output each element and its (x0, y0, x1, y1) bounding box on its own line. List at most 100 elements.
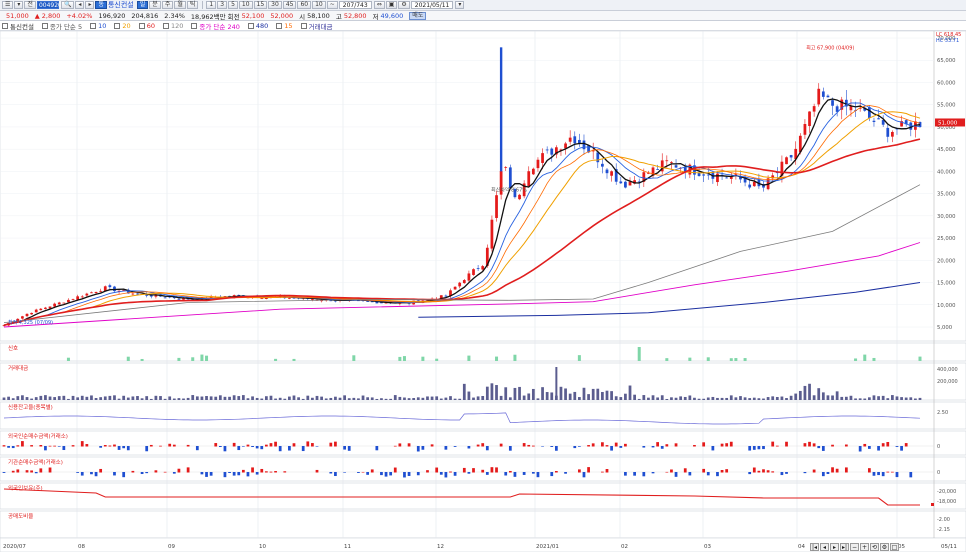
legend-item[interactable]: 10 (90, 22, 106, 30)
foreign-bar (145, 446, 149, 452)
lock-icon[interactable]: ▣ (385, 1, 398, 9)
legend-item[interactable]: 60 (138, 22, 155, 30)
period-custom[interactable]: ~ (326, 1, 338, 9)
foreign-bar (375, 446, 379, 451)
candle-body (62, 302, 66, 304)
volume-bar (329, 397, 333, 400)
volume-bar (918, 397, 922, 400)
zoom-icon[interactable]: ⇔ (373, 1, 385, 9)
legend-checkbox[interactable] (2, 22, 8, 29)
volume-bar (610, 391, 613, 400)
legend-checkbox[interactable] (300, 22, 307, 29)
market-select[interactable]: 전 (24, 1, 36, 9)
legend-item[interactable]: 통신컨설 (2, 21, 34, 30)
calendar-icon[interactable]: ▾ (455, 1, 465, 9)
chart-area[interactable]: 2020/07 08 09 10 11 12 2021/01 02 03 04 05 05/1170,… (0, 31, 966, 552)
candle-week[interactable]: 주 (161, 1, 174, 9)
search-icon[interactable]: 🔍 (60, 1, 75, 9)
reset-icon[interactable]: ⟲ (870, 543, 879, 551)
inst-bar (389, 472, 393, 476)
legend-checkbox[interactable] (90, 22, 97, 29)
legend-checkbox[interactable] (276, 22, 283, 29)
stock-code-input[interactable]: 004920 (36, 1, 62, 9)
period-45[interactable]: 45 (282, 1, 297, 9)
legend-item[interactable]: 종가 단순 5 (41, 21, 82, 30)
next-icon[interactable]: ▸ (830, 543, 839, 551)
candle-body (34, 309, 38, 313)
foreign-bar (246, 444, 250, 447)
candle-day[interactable]: 일 (136, 1, 149, 9)
signal-bar (140, 358, 144, 361)
legend-item[interactable]: 20 (114, 22, 131, 30)
volume-bar (909, 397, 913, 400)
cancel-button[interactable]: 매도 (409, 11, 427, 20)
date-axis-label: 05 (898, 544, 905, 550)
foreign-bar (2, 445, 6, 447)
volume-bar (660, 395, 664, 400)
first-icon[interactable]: |◂ (810, 543, 819, 551)
volume-bar (117, 398, 121, 400)
candle-body (550, 148, 554, 155)
candle-body (545, 149, 549, 151)
candle-body (656, 169, 660, 170)
foreign-bar (186, 444, 190, 447)
volume-bar (44, 395, 47, 400)
foreign-bar (113, 444, 116, 447)
volume-bar (881, 395, 885, 400)
menu-icon[interactable]: ☰ (2, 1, 14, 9)
zoom-in-icon[interactable]: + (860, 543, 869, 551)
last-icon[interactable]: ▸| (840, 543, 849, 551)
legend-checkbox[interactable] (247, 22, 254, 29)
period-count-input[interactable]: 10 (312, 1, 326, 9)
legend-item[interactable]: 480 (247, 22, 268, 30)
legend-checkbox[interactable] (162, 22, 169, 29)
legend-item[interactable]: 15 (276, 22, 293, 30)
volume-bar (90, 395, 93, 400)
volume-bar (674, 397, 678, 400)
next-stock-button[interactable]: ▸ (85, 1, 95, 9)
period-10[interactable]: 10 (238, 1, 253, 9)
legend-item[interactable]: 종가 단순 240 (191, 21, 240, 30)
candle-minute[interactable]: 분 (149, 1, 161, 9)
legend-checkbox[interactable] (138, 22, 145, 29)
volume-bar (628, 385, 632, 400)
volume-bar (122, 395, 126, 400)
candle-body (518, 194, 521, 200)
volume-bar (891, 395, 894, 400)
period-5[interactable]: 5 (228, 1, 238, 9)
zoom-out-icon[interactable]: − (850, 543, 859, 551)
legend-checkbox[interactable] (114, 22, 121, 29)
legend-item[interactable]: 120 (162, 22, 183, 30)
date-input[interactable]: 2021/05/11 (410, 1, 454, 9)
volume-bar (145, 396, 149, 400)
price-axis-label: 40,000 (937, 169, 956, 175)
signal-bar (734, 358, 738, 361)
chevron-down-icon[interactable]: ▾ (14, 1, 24, 9)
expand-icon[interactable]: □ (890, 543, 899, 551)
period-15[interactable]: 15 (253, 1, 268, 9)
signal-bar (729, 358, 733, 361)
volume-bar (195, 396, 199, 400)
inst-bar (30, 470, 33, 473)
foreign-bar (288, 446, 291, 451)
gear-icon[interactable]: ⚙ (398, 1, 410, 9)
volume-bar (812, 395, 816, 400)
price-axis-label: 55,000 (937, 103, 956, 109)
legend-checkbox[interactable] (41, 22, 48, 29)
volume-bar (421, 397, 425, 400)
inst-bar (172, 472, 176, 474)
period-1[interactable]: 1 (206, 1, 217, 9)
legend-checkbox[interactable] (191, 22, 198, 29)
volume-bar (407, 398, 411, 400)
legend-item[interactable]: 거래대금 (300, 21, 332, 30)
candle-month[interactable]: 월 (174, 1, 186, 9)
prev-stock-button[interactable]: ◂ (75, 1, 85, 9)
settings-icon[interactable]: ⚙ (880, 543, 889, 551)
period-30[interactable]: 30 (268, 1, 282, 9)
period-60[interactable]: 60 (297, 1, 312, 9)
prev-icon[interactable]: ◂ (820, 543, 829, 551)
candle-tick[interactable]: 틱 (186, 1, 199, 9)
period-3[interactable]: 3 (217, 1, 228, 9)
volume-bar (637, 398, 641, 400)
inst-bar (315, 469, 319, 473)
